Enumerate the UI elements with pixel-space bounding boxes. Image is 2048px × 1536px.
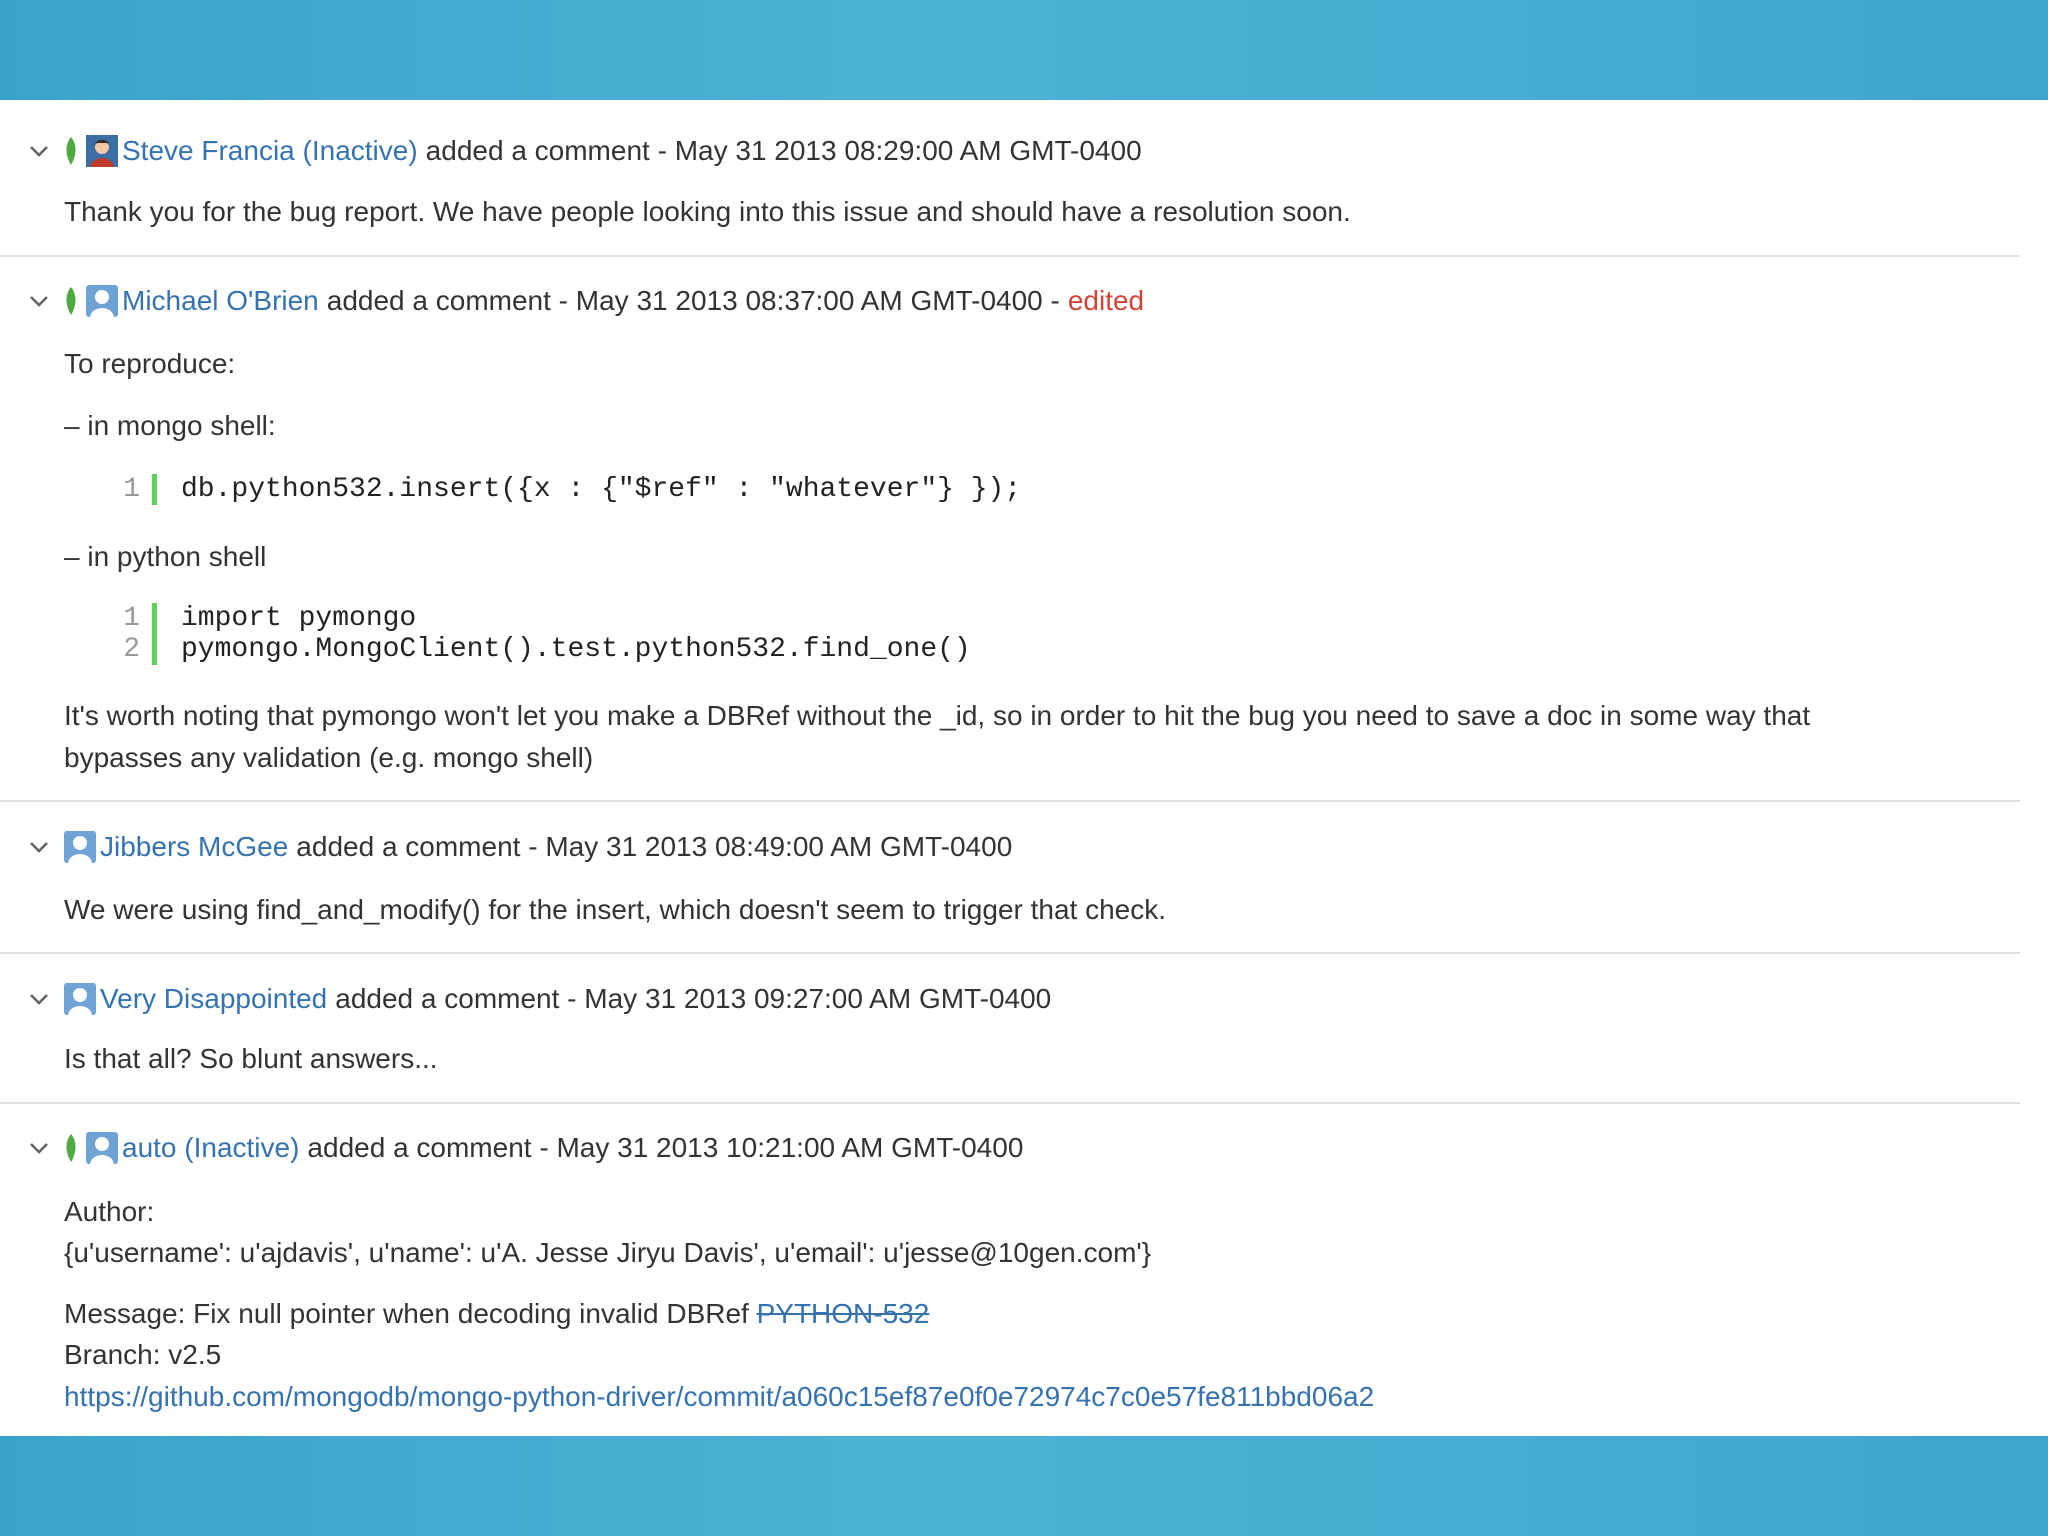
author-label: Author: — [64, 1196, 155, 1227]
comment-header: Steve Francia (Inactive) added a comment… — [28, 131, 1142, 171]
divider — [0, 255, 2020, 257]
code-block: 1 import pymongo 2 pymongo.MongoClient()… — [118, 603, 971, 665]
divider — [0, 800, 2020, 802]
divider — [0, 952, 2020, 954]
chevron-down-icon[interactable] — [28, 140, 50, 162]
code-bar — [152, 474, 157, 505]
comment-body: Thank you for the bug report. We have pe… — [64, 196, 1351, 227]
top-background-band — [0, 0, 2048, 100]
code-text: pymongo.MongoClient().test.python532.fin… — [181, 634, 971, 665]
comment-text: bypasses any validation (e.g. mongo shel… — [64, 742, 594, 773]
line-number: 1 — [123, 603, 140, 634]
commit-message: Message: Fix null pointer when decoding … — [64, 1293, 929, 1335]
comments-panel: Steve Francia (Inactive) added a comment… — [0, 100, 2048, 1436]
bottom-background-band — [0, 1436, 2048, 1536]
comment-header: Michael O'Brien added a comment - May 31… — [28, 281, 1144, 321]
mongodb-leaf-icon — [64, 287, 78, 315]
user-link[interactable]: Jibbers McGee — [100, 831, 288, 863]
comment-header: Jibbers McGee added a comment - May 31 2… — [28, 827, 1012, 867]
user-link[interactable]: Steve Francia (Inactive) — [122, 135, 418, 167]
user-link[interactable]: Michael O'Brien — [122, 285, 319, 317]
commit-link-row: https://github.com/mongodb/mongo-python-… — [64, 1376, 1374, 1418]
mongodb-leaf-icon — [64, 1134, 78, 1162]
avatar[interactable] — [64, 983, 96, 1015]
author-value: {u'username': u'ajdavis', u'name': u'A. … — [64, 1237, 1152, 1268]
comment-text: – in python shell — [64, 541, 267, 572]
avatar[interactable] — [86, 285, 118, 317]
commit-url-link[interactable]: https://github.com/mongodb/mongo-python-… — [64, 1381, 1374, 1412]
line-number: 2 — [123, 634, 140, 665]
mongodb-leaf-icon — [64, 137, 78, 165]
comment-meta: added a comment - May 31 2013 09:27:00 A… — [335, 983, 1052, 1014]
comment-text: To reproduce: — [64, 348, 236, 379]
message-text: Message: Fix null pointer when decoding … — [64, 1298, 749, 1329]
code-text: import pymongo — [181, 603, 417, 634]
code-block: 1 db.python532.insert({x : {"$ref" : "wh… — [118, 474, 1021, 505]
comment-meta: added a comment - May 31 2013 10:21:00 A… — [307, 1132, 1024, 1163]
comment-body: Is that all? So blunt answers... — [64, 1043, 438, 1074]
edited-link[interactable]: edited — [1068, 285, 1144, 317]
code-text: db.python532.insert({x : {"$ref" : "what… — [181, 474, 1022, 505]
user-link[interactable]: auto (Inactive) — [122, 1132, 299, 1164]
comment-header: Very Disappointed added a comment - May … — [28, 979, 1051, 1019]
code-line: 1 import pymongo — [118, 603, 971, 634]
comment-meta: added a comment - May 31 2013 08:37:00 A… — [326, 285, 1060, 316]
comment-header: auto (Inactive) added a comment - May 31… — [28, 1128, 1023, 1168]
code-line: 1 db.python532.insert({x : {"$ref" : "wh… — [118, 474, 1021, 505]
issue-link[interactable]: PYTHON-532 — [757, 1298, 930, 1329]
chevron-down-icon[interactable] — [28, 988, 50, 1010]
comment-meta: added a comment - May 31 2013 08:29:00 A… — [425, 135, 1142, 166]
line-number: 1 — [123, 474, 140, 505]
comment-meta: added a comment - May 31 2013 08:49:00 A… — [296, 831, 1013, 862]
divider — [0, 1102, 2020, 1104]
code-bar — [152, 603, 157, 634]
chevron-down-icon[interactable] — [28, 1137, 50, 1159]
chevron-down-icon[interactable] — [28, 836, 50, 858]
code-bar — [152, 634, 157, 665]
code-line: 2 pymongo.MongoClient().test.python532.f… — [118, 634, 971, 665]
avatar[interactable] — [86, 135, 118, 167]
user-link[interactable]: Very Disappointed — [100, 983, 327, 1015]
comment-text: – in mongo shell: — [64, 410, 276, 441]
comment-body: We were using find_and_modify() for the … — [64, 894, 1167, 925]
avatar[interactable] — [64, 831, 96, 863]
comment-text: It's worth noting that pymongo won't let… — [64, 700, 1811, 731]
chevron-down-icon[interactable] — [28, 290, 50, 312]
branch-text: Branch: v2.5 — [64, 1339, 222, 1370]
avatar[interactable] — [86, 1132, 118, 1164]
